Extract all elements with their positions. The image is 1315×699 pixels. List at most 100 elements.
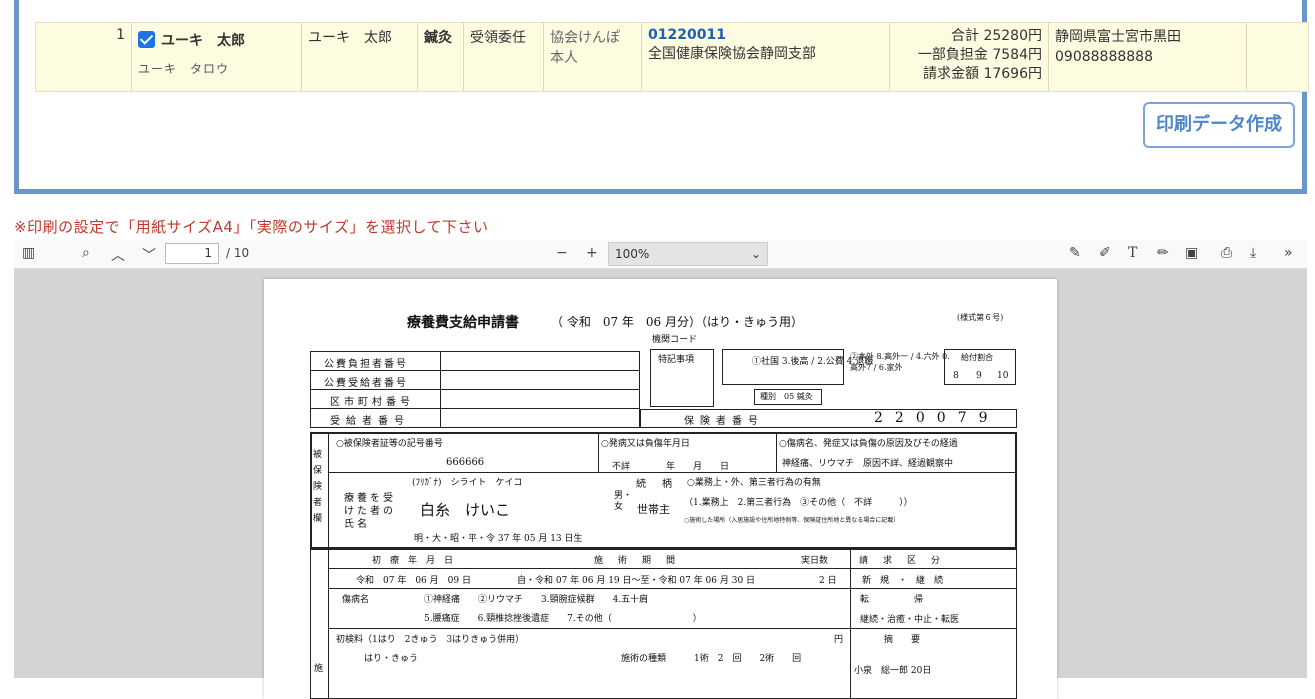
kigou-label: ○被保険者証等の記号番号 <box>336 439 443 449</box>
disease-row-2: 5.腰痛症 6.頸椎捻挫後遺症 7.その他（ ） <box>424 614 702 624</box>
zoom-out-icon[interactable]: − <box>556 245 568 261</box>
insurance-types-2: ②本外 8.高外一 / 4.六外 0.高外7 / 6.家外 <box>850 352 950 372</box>
image-icon[interactable]: ▣ <box>1185 245 1198 261</box>
patient-full-name: 白糸 けいこ <box>420 501 511 519</box>
zokugara: 続 柄 <box>636 479 675 490</box>
pdf-viewer[interactable]: 療養費支給申請書 （ 令和 07 年 06 月分）（はり・きゅう用） (様式第６… <box>14 269 1307 699</box>
label-jukyusha: 受給者番号 <box>330 416 410 427</box>
draw-icon[interactable]: ✏ <box>1157 245 1169 261</box>
digit: 7 <box>957 410 979 426</box>
days-value: 2 日 <box>819 576 837 586</box>
cause-value: 神経痛、リウマチ 原因不詳、経過観察中 <box>782 459 954 469</box>
text-icon[interactable]: T <box>1128 245 1137 261</box>
name-kana: ユーキ タロウ <box>138 62 230 76</box>
zoom-select[interactable]: 100% ⌄ <box>608 242 768 266</box>
digit: 9 <box>978 410 1000 426</box>
name-cell: ユーキ 太郎 ユーキ タロウ <box>131 23 301 91</box>
digit: 2 <box>894 410 916 426</box>
cause-label: ○傷病名、発症又は負傷の原因及びその経過 <box>779 439 958 449</box>
tekiyo-value: 小泉 総一郎 20日 <box>854 666 932 676</box>
pdf-toolbar: ▥ ⌕ ︿ ﹀ 1 / 10 − + 100% ⌄ ✎ ✐ T ✏ ▣ ⎙ ⤓ » <box>14 240 1307 269</box>
digit: 2 <box>874 410 895 426</box>
kyufu-val-10: 10 <box>997 371 1009 381</box>
period-value: 自・令和 07 年 06 月 19 日〜至・令和 07 年 06 月 30 日 <box>517 576 756 586</box>
hokensha-label: 保険者番号 <box>684 416 764 427</box>
patient-label: 療養を受けた者の氏名 <box>344 493 396 530</box>
kyufu-val-8: 8 <box>953 371 959 381</box>
more-tools-icon[interactable]: » <box>1284 245 1293 261</box>
sex: 男・女 <box>614 491 633 512</box>
period-label: 施 術 期 間 <box>594 556 679 566</box>
shisetsu-note: ○施術した場所（入居施設や住所地特例等、保険証住所地と異なる場合に記載） <box>684 517 900 524</box>
gyomu-label: ○業務上・外、第三者行為の有無 <box>687 478 821 488</box>
shoken-label: 初検料（1はり 2きゅう 3はりきゅう併用） <box>336 635 525 645</box>
side-label-2: 施 <box>314 664 324 674</box>
phone: 09088888888 <box>1055 49 1153 65</box>
treatment-type: 鍼灸 <box>417 23 463 91</box>
insurer-number: 01220011 <box>648 27 726 43</box>
kyufu-val-9: 9 <box>976 371 982 381</box>
birth-date: 明・大・昭・平・令 37 年 05 月 13 日生 <box>414 534 583 544</box>
side-label: 被保険者欄 <box>313 450 323 524</box>
search-icon[interactable]: ⌕ <box>82 245 90 261</box>
label-shichoson: 区市町村番号 <box>330 397 414 408</box>
insurer-type-cell: 協会けんぽ 本人 <box>543 23 641 91</box>
shubetsu: 種別 05 鍼灸 <box>760 392 813 401</box>
tenki-value: 継続・治癒・中止・転医 <box>860 615 960 625</box>
contact-cell: 静岡県富士宮市黒田 09088888888 <box>1048 23 1246 91</box>
form-title: 療養費支給申請書 <box>407 315 519 331</box>
next-page-icon[interactable]: ﹀ <box>142 245 156 265</box>
days-label: 実日数 <box>801 556 829 566</box>
org-code-label: 機関コード <box>652 335 698 345</box>
digit: 0 <box>936 410 958 426</box>
kyufu-label: 給付割合 <box>961 353 993 362</box>
chevron-down-icon: ⌄ <box>750 247 761 261</box>
disease-label: 傷病名 <box>342 595 370 605</box>
sidebar-toggle-icon[interactable]: ▥ <box>22 245 35 261</box>
insured-relation: 本人 <box>550 50 578 66</box>
digit: 0 <box>915 410 937 426</box>
seikyu-label: 請 求 区 分 <box>859 556 944 566</box>
label-kohi-futan: 公費負担者番号 <box>324 359 408 370</box>
tenki-label: 転 帰 <box>860 595 924 605</box>
gyomu-value: （1.業務上 2.第三者行為 ③その他（ 不詳 ）） <box>684 498 913 508</box>
tekiyo-label: 摘 要 <box>884 635 921 645</box>
page-number-input[interactable]: 1 <box>165 243 219 264</box>
previous-page-icon[interactable]: ︿ <box>111 245 125 265</box>
insurer-type: 協会けんぽ <box>550 30 620 46</box>
first-visit-date: 令和 07 年 06 月 09 日 <box>356 576 471 586</box>
onset-label: ○発病又は負傷年月日 <box>601 439 690 449</box>
edit-icon[interactable]: ✎ <box>1069 245 1081 261</box>
claim-amount: 請求金額 17696円 <box>923 66 1042 82</box>
print-notice: ※印刷の設定で「用紙サイズA4」「実際のサイズ」を選択して下さい <box>14 218 489 236</box>
print-data-button[interactable]: 印刷データ作成 <box>1143 102 1295 148</box>
amount-cell: 合計 25280円 一部負担金 7584円 請求金額 17696円 <box>889 23 1048 91</box>
table-row: 1 ユーキ 太郎 ユーキ タロウ ユーキ 太郎 鍼灸 受領委任 協会けんぽ 本人… <box>35 22 1309 92</box>
insurer-cell: 01220011 全国健康保険協会静岡支部 <box>641 23 889 91</box>
empty-cell <box>1246 23 1308 91</box>
furigana: (ﾌﾘｶﾞﾅ) シライト ケイコ <box>412 478 523 488</box>
select-checkbox[interactable] <box>138 31 155 48</box>
record-panel: 1 ユーキ 太郎 ユーキ タロウ ユーキ 太郎 鍼灸 受領委任 協会けんぽ 本人… <box>14 0 1309 194</box>
total-amount: 合計 25280円 <box>951 28 1042 44</box>
tokki-label: 特記事項 <box>658 355 695 365</box>
receipt-type: 受領委任 <box>463 23 543 91</box>
onset-value: 不詳 年 月 日 <box>612 462 730 472</box>
row-number: 1 <box>116 27 125 43</box>
print-icon[interactable]: ⎙ <box>1221 245 1232 261</box>
shujutsu-label: 施術の種類 <box>621 654 667 664</box>
highlight-icon[interactable]: ✐ <box>1099 245 1111 261</box>
setainushi: 世帯主 <box>637 503 670 516</box>
insurer-name: 全国健康保険協会静岡支部 <box>648 46 816 62</box>
save-icon[interactable]: ⤓ <box>1250 245 1256 261</box>
yen-label: 円 <box>834 635 844 645</box>
patient-name: ユーキ 太郎 <box>301 23 417 91</box>
zoom-value: 100% <box>615 247 650 261</box>
seikyu-value: 新 規 ・ 継 続 <box>862 576 944 586</box>
page-total: / 10 <box>226 246 250 260</box>
copay-amount: 一部負担金 7584円 <box>917 47 1042 63</box>
zoom-in-icon[interactable]: + <box>586 245 598 261</box>
hokensha-digits: 220079 <box>874 410 1000 426</box>
hari-label: はり・きゅう <box>364 654 419 664</box>
name-kanji: ユーキ 太郎 <box>161 33 245 49</box>
